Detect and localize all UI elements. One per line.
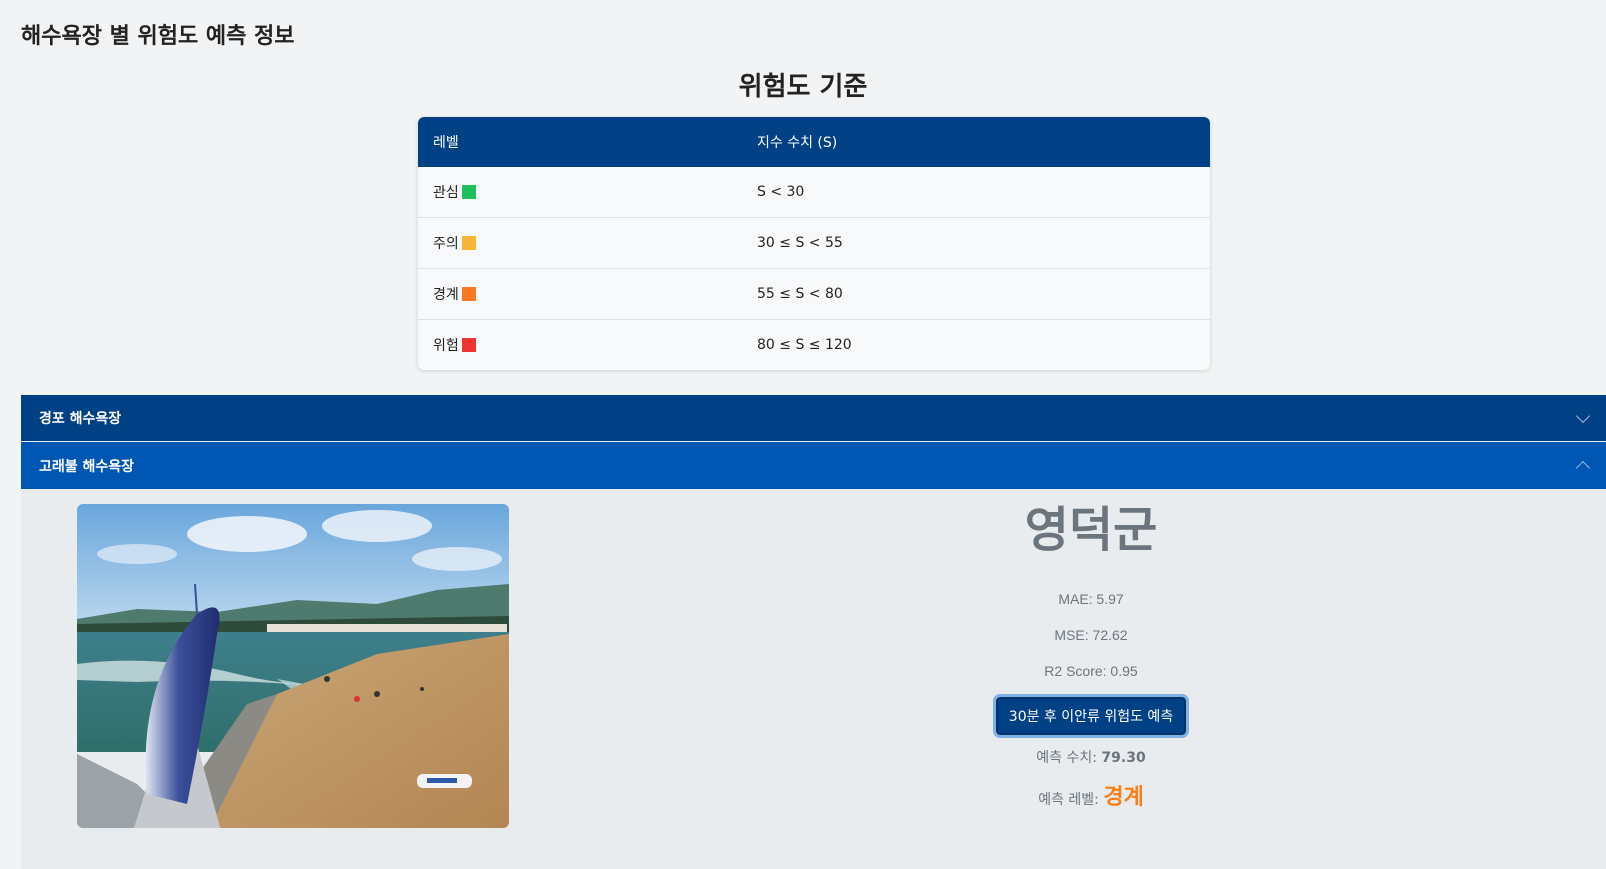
criteria-level-cell: 경계 (418, 268, 742, 319)
chevron-down-icon (1575, 408, 1591, 423)
level-label: 위험 (433, 338, 459, 354)
chevron-up-icon (1575, 460, 1591, 476)
criteria-header-row: 레벨 지수 수치 (S) (418, 117, 1210, 167)
criteria-row: 관심 S < 30 (418, 167, 1210, 217)
accordion-header-goraebul[interactable]: 고래불 해수욕장 (21, 442, 1606, 489)
criteria-range-cell: 55 ≤ S < 80 (742, 268, 1210, 319)
criteria-row: 경계 55 ≤ S < 80 (418, 268, 1210, 319)
criteria-range-cell: 80 ≤ S ≤ 120 (742, 319, 1210, 370)
criteria-level-cell: 주의 (418, 217, 742, 268)
level-label: 주의 (433, 236, 459, 252)
level-color-swatch (461, 338, 476, 352)
criteria-level-cell: 위험 (418, 319, 742, 370)
level-color-swatch (461, 185, 476, 199)
beach-photo (77, 504, 509, 828)
criteria-level-cell: 관심 (418, 167, 742, 217)
page-heading: 해수욕장 별 위험도 예측 정보 (21, 24, 295, 49)
metric-r2: R2 Score: 0.95 (1044, 663, 1138, 679)
region-name: 영덕군 (1024, 502, 1158, 558)
predict-button[interactable]: 30분 후 이안류 위험도 예측 (992, 694, 1190, 738)
accordion-header-gyeongpo[interactable]: 경포 해수욕장 (21, 395, 1606, 442)
metric-mae: MAE: 5.97 (1058, 591, 1124, 607)
accordion-title: 고래불 해수욕장 (39, 458, 135, 475)
prediction-level-label: 예측 레벨: (1038, 792, 1099, 808)
metric-mse: MSE: 72.62 (1054, 627, 1128, 643)
prediction-panel: 영덕군 MAE: 5.97 MSE: 72.62 R2 Score: 0.95 … (891, 501, 1291, 811)
criteria-range-cell: S < 30 (757, 184, 805, 200)
accordion-title: 경포 해수욕장 (39, 411, 122, 427)
criteria-row: 주의 30 ≤ S < 55 (418, 217, 1210, 268)
level-label: 관심 (433, 185, 459, 201)
criteria-table: 레벨 지수 수치 (S) 관심 S < 30 주의 30 ≤ S < 55 경계… (418, 117, 1210, 370)
criteria-title: 위험도 기준 (738, 72, 868, 102)
prediction-value-label: 예측 수치: (1036, 750, 1097, 766)
criteria-header-level: 레벨 (418, 117, 742, 167)
criteria-range-cell: 30 ≤ S < 55 (742, 217, 1210, 268)
level-color-swatch (461, 287, 476, 301)
prediction-value-number: 79.30 (1101, 750, 1146, 766)
level-label: 경계 (433, 287, 459, 303)
criteria-header-range: 지수 수치 (S) (742, 117, 1210, 167)
level-color-swatch (461, 236, 476, 250)
beach-accordion: 경포 해수욕장 고래불 해수욕장 영덕군 MAE: 5.97 MSE: 72.6… (21, 395, 1606, 869)
prediction-level-value: 경계 (1103, 785, 1144, 810)
criteria-row: 위험 80 ≤ S ≤ 120 (418, 319, 1210, 370)
prediction-level: 예측 레벨: 경계 (891, 779, 1291, 811)
accordion-body-goraebul: 영덕군 MAE: 5.97 MSE: 72.62 R2 Score: 0.95 … (21, 489, 1606, 869)
prediction-value: 예측 수치: 79.30 (891, 747, 1291, 767)
